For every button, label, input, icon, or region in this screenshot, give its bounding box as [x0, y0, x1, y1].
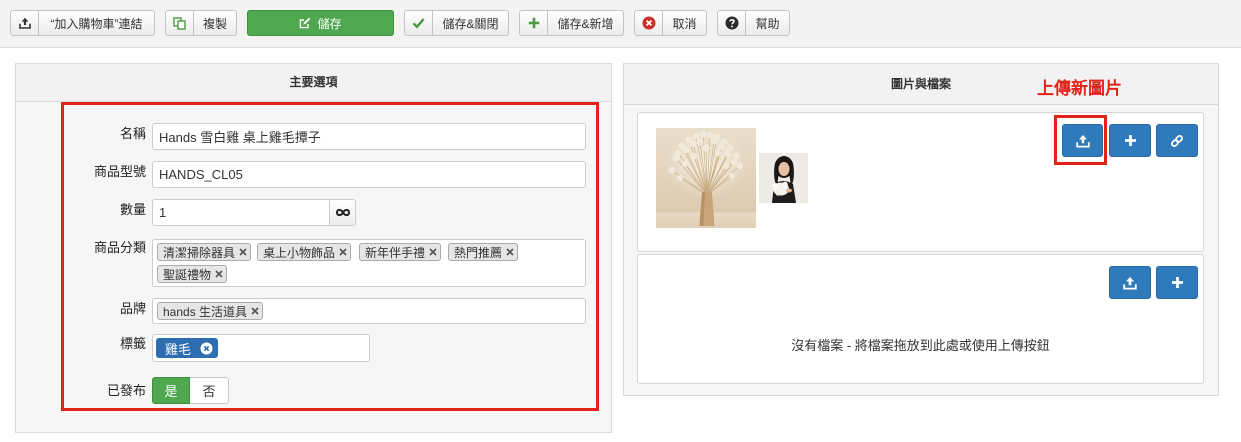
category-tag: 桌上小物飾品 [257, 243, 352, 261]
files-empty-message: 沒有檔案 - 將檔案拖放到此處或使用上傳按鈕 [791, 338, 1050, 353]
upload-icon [11, 11, 39, 35]
brand-select[interactable]: hands 生活道具 [152, 298, 586, 324]
check-icon [405, 11, 433, 35]
add-to-cart-link-button[interactable]: “加入購物車”連結 [10, 10, 155, 36]
category-tag: 熱門推薦 [448, 243, 519, 261]
cancel-icon [635, 11, 663, 35]
close-icon[interactable] [506, 248, 514, 256]
upload-file-button[interactable] [1109, 266, 1151, 299]
upload-new-image-annotation: 上傳新圖片 [1037, 79, 1122, 98]
brand-label: 品牌 [119, 301, 146, 316]
toolbar: “加入購物車”連結 複製 儲存 儲存&關閉 儲存&新增 取消 幫助 [0, 0, 1241, 48]
add-file-button[interactable] [1156, 266, 1198, 299]
tag-chip-label: 雞毛 [165, 341, 192, 357]
plus-icon [520, 11, 548, 35]
brand-tag-label: hands 生活道具 [163, 304, 248, 319]
save-close-button[interactable]: 儲存&關閉 [404, 10, 509, 36]
infinity-icon [335, 208, 351, 217]
close-icon[interactable] [429, 248, 437, 256]
plus-icon [1124, 134, 1137, 147]
save-label: 儲存 [317, 16, 342, 31]
link-icon [1170, 134, 1184, 148]
cancel-label: 取消 [672, 16, 697, 31]
help-button[interactable]: 幫助 [717, 10, 790, 36]
main-options-panel: 主要選項 名稱 商品型號 數量 商品分類 清潔掃除器具 桌上小物飾品 新年伴手禮… [15, 63, 612, 433]
category-tag-label: 桌上小物飾品 [263, 245, 336, 260]
save-close-label: 儲存&關閉 [442, 16, 499, 31]
category-tag: 清潔掃除器具 [157, 243, 252, 261]
save-new-label: 儲存&新增 [557, 16, 614, 31]
help-label: 幫助 [755, 16, 780, 31]
categories-select[interactable]: 清潔掃除器具 桌上小物飾品 新年伴手禮 熱門推薦 聖誕禮物 [152, 239, 586, 287]
tags-input[interactable]: 雞毛 [152, 334, 370, 362]
image-link-button[interactable] [1156, 124, 1198, 157]
category-tag-label: 清潔掃除器具 [163, 245, 236, 260]
upload-icon [1123, 276, 1137, 290]
category-tag: 新年伴手禮 [359, 243, 442, 261]
images-files-panel: 圖片與檔案 上傳新圖片 沒有檔案 - 將檔案拖放到此處或使用上傳按鈕 [623, 63, 1219, 396]
published-label: 已發布 [106, 383, 146, 398]
edit-icon [299, 17, 311, 29]
upload-icon [1075, 134, 1090, 148]
category-tag-label: 熱門推薦 [454, 245, 503, 260]
close-icon[interactable] [251, 307, 259, 315]
copy-label: 複製 [202, 16, 227, 31]
tag-chip: 雞毛 [156, 338, 219, 358]
name-input[interactable] [152, 123, 586, 150]
circle-close-icon[interactable] [200, 342, 213, 355]
name-label: 名稱 [119, 126, 146, 141]
help-icon [718, 11, 746, 35]
copy-button[interactable]: 複製 [165, 10, 237, 36]
tags-label: 標籤 [119, 336, 146, 351]
images-files-title: 圖片與檔案 [624, 64, 1218, 105]
close-icon[interactable] [215, 270, 223, 278]
images-section [637, 112, 1204, 252]
unlimited-quantity-button[interactable] [329, 199, 356, 226]
page: “加入購物車”連結 複製 儲存 儲存&關閉 儲存&新增 取消 幫助 主要選項 名… [0, 0, 1241, 442]
quantity-label: 數量 [119, 202, 146, 217]
close-icon[interactable] [239, 248, 247, 256]
published-yes-toggle[interactable]: 是 [152, 377, 190, 404]
category-tag: 聖誕禮物 [157, 265, 228, 283]
published-no-toggle[interactable]: 否 [190, 377, 229, 404]
copy-icon [166, 11, 194, 35]
category-tag-label: 新年伴手禮 [365, 245, 426, 260]
plus-icon [1171, 276, 1184, 289]
categories-label: 商品分類 [93, 240, 146, 255]
product-code-label: 商品型號 [93, 164, 146, 179]
brand-tag: hands 生活道具 [157, 302, 264, 320]
product-image-thumbnail[interactable] [759, 153, 808, 203]
add-image-button[interactable] [1109, 124, 1151, 157]
add-to-cart-link-label: “加入購物車”連結 [50, 16, 143, 31]
quantity-input[interactable] [152, 199, 330, 226]
product-code-input[interactable] [152, 161, 586, 188]
upload-image-button[interactable] [1062, 124, 1103, 157]
close-icon[interactable] [339, 248, 347, 256]
save-button[interactable]: 儲存 [247, 10, 394, 36]
files-section[interactable]: 沒有檔案 - 將檔案拖放到此處或使用上傳按鈕 [637, 254, 1204, 384]
product-image-thumbnail[interactable] [656, 128, 756, 228]
category-tag-label: 聖誕禮物 [163, 267, 212, 282]
cancel-button[interactable]: 取消 [634, 10, 707, 36]
main-options-title: 主要選項 [16, 64, 611, 102]
save-new-button[interactable]: 儲存&新增 [519, 10, 624, 36]
